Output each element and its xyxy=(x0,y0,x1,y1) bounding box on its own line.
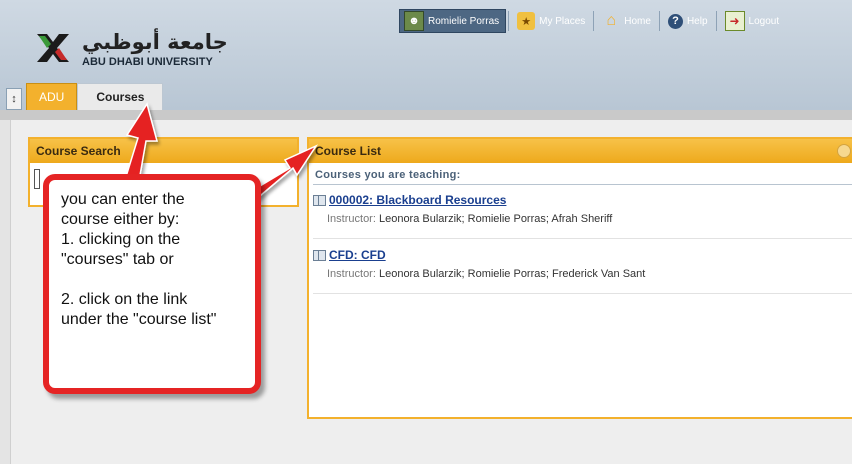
callout-spacer xyxy=(61,270,243,290)
callout-line: 1. clicking on the xyxy=(61,231,181,248)
callout-line: under the "course list" xyxy=(61,311,217,328)
callout-line: 2. click on the link xyxy=(61,291,188,308)
instruction-callout: you can enter the course either by: 1. c… xyxy=(43,174,261,394)
callout-line: course either by: xyxy=(61,211,180,228)
callout-line: "courses" tab or xyxy=(61,251,174,268)
callout-line: you can enter the xyxy=(61,191,185,208)
